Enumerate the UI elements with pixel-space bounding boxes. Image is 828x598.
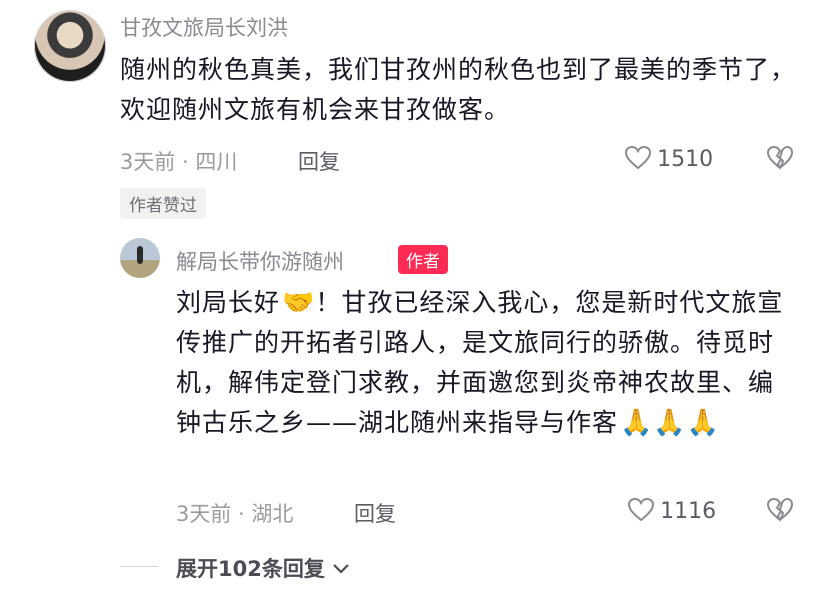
comment-author-name[interactable]: 甘孜文旅局长刘洪 xyxy=(120,12,288,42)
reply-like-count: 1116 xyxy=(660,499,717,524)
author-badge: 作者 xyxy=(398,245,448,274)
avatar-main-comment[interactable] xyxy=(34,10,106,82)
comment-like-button[interactable]: 1510 xyxy=(624,145,713,172)
reply-like-button[interactable]: 1116 xyxy=(627,497,716,524)
reply-dislike-button[interactable] xyxy=(766,497,794,527)
comment-dislike-button[interactable] xyxy=(766,145,794,175)
reply-time-location: 3天前 · 湖北 xyxy=(176,502,294,526)
handshake-emoji: 🤝 xyxy=(282,288,316,318)
reply-text: 刘局长好🤝！甘孜已经深入我心，您是新时代文旅宣传推广的开拓者引路人，是文旅同行的… xyxy=(176,283,796,443)
broken-heart-icon xyxy=(766,145,794,170)
broken-heart-icon xyxy=(766,497,794,522)
reply-reply-button[interactable]: 回复 xyxy=(354,498,396,528)
reply-text-start: 刘局长好 xyxy=(176,288,281,317)
avatar-reply[interactable] xyxy=(120,238,160,278)
heart-outline-icon xyxy=(624,145,652,170)
chevron-down-icon xyxy=(333,564,349,574)
expand-divider xyxy=(120,566,158,567)
expand-replies-button[interactable]: 展开102条回复 xyxy=(176,553,350,583)
comment-text: 随州的秋色真美，我们甘孜州的秋色也到了最美的季节了，欢迎随州文旅有机会来甘孜做客… xyxy=(120,55,797,124)
comment-reply-button[interactable]: 回复 xyxy=(298,146,340,176)
comment-time-location: 3天前 · 四川 xyxy=(120,150,238,174)
comment-like-count: 1510 xyxy=(657,147,714,172)
reply-author-name[interactable]: 解局长带你游随州 xyxy=(176,246,344,276)
expand-replies-label: 展开102条回复 xyxy=(176,557,325,581)
author-liked-badge: 作者赞过 xyxy=(120,188,206,219)
folded-hands-emoji: 🙏🙏🙏 xyxy=(620,408,721,438)
heart-outline-icon xyxy=(627,497,655,522)
